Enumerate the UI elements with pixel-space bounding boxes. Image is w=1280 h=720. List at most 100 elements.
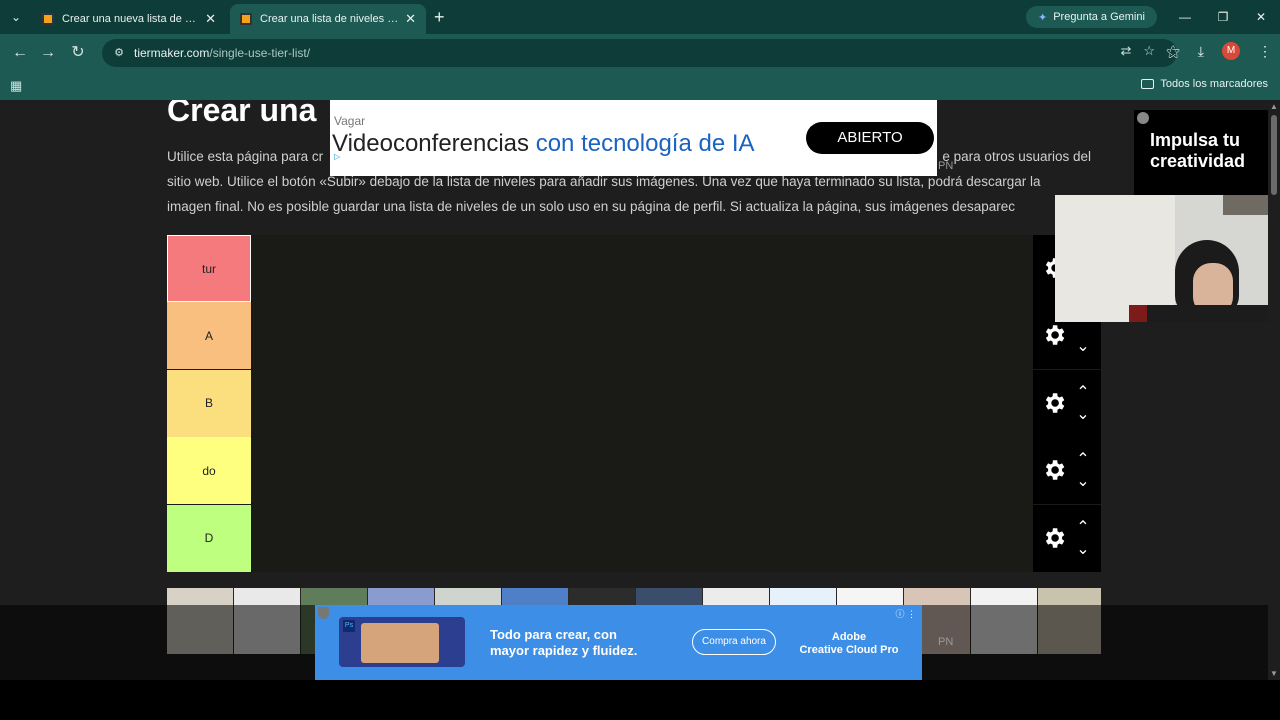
all-bookmarks-button[interactable]: Todos los marcadores <box>1141 78 1268 90</box>
tab-title: Crear una nueva lista de niveles <box>62 13 199 25</box>
tier-label[interactable]: tur <box>167 235 251 302</box>
window-controls: — ❐ ✕ <box>1166 0 1280 34</box>
tab-inactive[interactable]: Crear una nueva lista de niveles ✕ <box>32 4 226 34</box>
gemini-sparkle-icon: ✦ <box>1038 11 1048 24</box>
tier-row: B ⌃ ⌄ <box>167 369 1101 437</box>
ad-buy-button[interactable]: Compra ahora <box>692 629 776 655</box>
tier-drop-zone[interactable] <box>252 369 1033 437</box>
tier-drop-zone[interactable] <box>252 437 1033 505</box>
adchoices-icon[interactable]: ▷ <box>334 152 340 161</box>
tier-controls: ⌃⌄ <box>1033 504 1101 572</box>
gear-icon[interactable] <box>1041 322 1067 348</box>
chevron-down-icon[interactable]: ⌄ <box>1073 339 1093 355</box>
all-bookmarks-label: Todos los marcadores <box>1160 78 1268 90</box>
forward-icon[interactable]: → <box>38 43 58 63</box>
browser-window: ⌄ Crear una nueva lista de niveles ✕ Cre… <box>0 0 1280 720</box>
ad-headline: Videoconferencias con tecnología de IA <box>332 130 755 158</box>
photoshop-logo-icon: Ps <box>343 620 355 632</box>
apps-grid-icon[interactable]: ▦ <box>10 78 22 94</box>
tier-controls: ⌃⌄ <box>1033 369 1101 437</box>
address-bar[interactable]: ⚙ tiermaker.com/single-use-tier-list/ ⇄ … <box>102 39 1177 67</box>
ad-brand: Adobe Creative Cloud Pro <box>797 631 901 657</box>
back-icon[interactable]: ← <box>10 43 30 63</box>
minimize-icon[interactable]: — <box>1166 0 1204 34</box>
ad-message-line: mayor rapidez y fluidez. <box>490 643 638 658</box>
chevron-down-icon[interactable]: ⌄ <box>1073 541 1093 557</box>
url-text[interactable]: tiermaker.com/single-use-tier-list/ <box>134 46 310 60</box>
tier-row: A ⌃ ⌄ <box>167 302 1101 370</box>
tiermaker-favicon-icon <box>240 13 252 25</box>
tier-list: tur⌃⌄A⌃⌄B⌃⌄do⌃⌄D⌃⌄ <box>167 235 1101 572</box>
chevron-up-icon[interactable]: ⌃ <box>1073 519 1093 535</box>
tier-controls: ⌃⌄ <box>1033 437 1101 505</box>
folder-icon <box>1141 79 1155 89</box>
reload-icon[interactable]: ↻ <box>68 43 88 63</box>
tiermaker-favicon-icon <box>42 13 54 25</box>
tab-search-icon[interactable]: ⌄ <box>0 0 32 34</box>
ad-info-icon[interactable]: ⓘ ⋮ <box>895 607 916 620</box>
ad-open-button[interactable]: ABIERTO <box>806 122 934 154</box>
chevron-up-icon[interactable]: ⌃ <box>1073 452 1093 468</box>
translate-icon[interactable]: ⇄ <box>1120 43 1131 59</box>
ad-brand: Vagar <box>334 114 366 128</box>
scroll-down-icon[interactable]: ▼ <box>1270 669 1278 678</box>
close-tab-icon[interactable]: ✕ <box>205 11 216 27</box>
gear-icon[interactable] <box>1041 457 1067 483</box>
site-info-icon[interactable]: ⚙ <box>112 46 126 60</box>
restore-icon[interactable]: ❐ <box>1204 0 1242 34</box>
ad-shield-icon <box>1137 112 1149 124</box>
scroll-thumb[interactable] <box>1271 115 1277 195</box>
url-domain: tiermaker.com <box>134 46 210 60</box>
close-tab-icon[interactable]: ✕ <box>405 11 416 27</box>
webcam-overlay <box>1055 195 1268 322</box>
tier-row: D ⌃ ⌄ <box>167 504 1101 572</box>
bottom-banner-ad[interactable]: Ps Todo para crear, con mayor rapidez y … <box>315 605 922 680</box>
bookmark-star-icon[interactable]: ☆ <box>1143 43 1155 59</box>
menu-icon[interactable]: ⋮ <box>1258 43 1272 60</box>
intro-line-3: imagen final. No es posible guardar una … <box>167 199 1016 214</box>
intro-line-1b: e para otros usuarios del <box>942 149 1091 164</box>
extensions-icon[interactable]: ⚝ <box>1166 43 1180 60</box>
download-icon[interactable]: ⤓ <box>1198 43 1204 60</box>
profile-avatar[interactable]: M <box>1222 42 1240 60</box>
pn-label: PN <box>938 160 954 172</box>
taskbar-area <box>0 680 1280 720</box>
tier-row: tur⌃⌄ <box>167 235 1101 302</box>
bookmarks-bar: ▦ Todos los marcadores <box>0 72 1280 100</box>
ad-headline-part-1: Videoconferencias <box>332 130 536 157</box>
gear-icon[interactable] <box>1041 525 1067 551</box>
side-ad-text: Impulsa tu creatividad <box>1150 130 1246 171</box>
tier-label[interactable]: A <box>167 302 251 370</box>
intro-line-1a: Utilice esta página para cr <box>167 149 324 164</box>
chevron-up-icon[interactable]: ⌃ <box>1073 384 1093 400</box>
chevron-down-icon[interactable]: ⌄ <box>1073 406 1093 422</box>
gemini-button[interactable]: ✦ Pregunta a Gemini <box>1026 6 1157 28</box>
ad-brand-line: Creative Cloud Pro <box>799 644 899 656</box>
tier-row: do ⌃ ⌄ <box>167 437 1101 505</box>
ad-shield-icon <box>318 607 329 619</box>
page-scrollbar[interactable]: ▲ ▼ <box>1268 100 1280 680</box>
tier-label[interactable]: B <box>167 369 251 437</box>
tier-drop-zone[interactable] <box>252 302 1033 370</box>
browser-toolbar: ← → ↻ ⚙ tiermaker.com/single-use-tier-li… <box>0 34 1280 72</box>
gear-icon[interactable] <box>1041 390 1067 416</box>
top-banner-ad[interactable]: Vagar Videoconferencias con tecnología d… <box>330 100 937 176</box>
tier-drop-zone[interactable] <box>252 235 1033 302</box>
pn-label: PN <box>938 636 954 648</box>
close-window-icon[interactable]: ✕ <box>1242 0 1280 34</box>
ad-message: Todo para crear, con mayor rapidez y flu… <box>490 627 637 659</box>
tier-drop-zone[interactable] <box>252 504 1033 572</box>
gemini-label: Pregunta a Gemini <box>1053 11 1145 23</box>
ad-brand-line: Adobe <box>831 631 867 643</box>
scroll-up-icon[interactable]: ▲ <box>1270 102 1278 111</box>
ad-product-image: Ps <box>339 617 465 667</box>
tier-label[interactable]: D <box>167 504 251 572</box>
ad-message-line: Todo para crear, con <box>490 627 617 642</box>
page-title: Crear una <box>167 100 317 128</box>
tier-label[interactable]: do <box>167 437 251 505</box>
tab-active[interactable]: Crear una lista de niveles de un ✕ <box>230 4 426 34</box>
new-tab-icon[interactable]: + <box>434 7 445 28</box>
tab-title: Crear una lista de niveles de un <box>260 13 400 25</box>
chevron-down-icon[interactable]: ⌄ <box>1073 474 1093 490</box>
ad-headline-part-2: con tecnología de IA <box>535 130 755 157</box>
